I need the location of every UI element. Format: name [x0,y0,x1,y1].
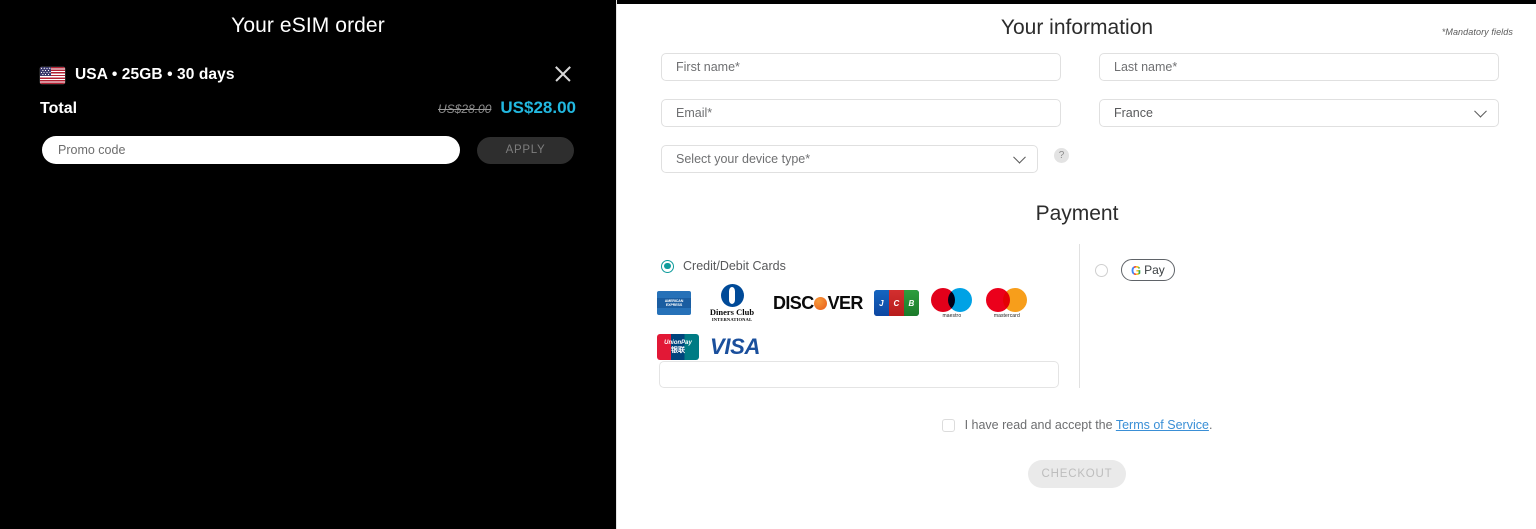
email-input[interactable] [661,99,1061,127]
chevron-down-icon [1474,104,1487,118]
mastercard-icon: mastercard [985,286,1029,320]
order-item-row: USA • 25GB • 30 days [40,66,576,84]
unionpay-icon: UnionPay 银联 [657,330,699,364]
card-number-input[interactable] [659,361,1059,388]
promo-row: APPLY [42,136,574,164]
payment-divider [1079,244,1080,388]
top-strip [617,0,1536,4]
google-g-icon: G [1131,262,1142,278]
jcb-icon: JCB [873,286,919,320]
price-original: US$28.00 [438,102,492,116]
terms-period: . [1208,418,1213,432]
visa-icon: VISA [710,334,761,359]
apply-promo-button[interactable]: APPLY [477,136,574,164]
first-name-input[interactable] [661,53,1061,81]
terms-prefix: I have read and accept the [964,418,1116,432]
terms-checkbox[interactable] [941,418,955,432]
last-name-input[interactable] [1099,53,1499,81]
mandatory-fields-note: *Mandatory fields [1441,27,1513,37]
terms-of-service-link[interactable]: Terms of Service [1116,418,1209,432]
device-type-select[interactable]: Select your device type* [661,145,1038,173]
information-panel: Your information *Mandatory fields Franc… [616,0,1536,529]
information-title: Your information [1000,16,1154,39]
total-label: Total [40,100,78,117]
terms-text: I have read and accept the Terms of Serv… [965,418,1213,432]
credit-debit-option[interactable]: Credit/Debit Cards [661,259,786,273]
diners-club-icon: Diners Club INTERNATIONAL [702,284,762,322]
credit-debit-radio[interactable] [661,259,674,273]
credit-debit-label: Credit/Debit Cards [683,259,786,273]
usa-flag-icon [40,66,65,84]
google-pay-label: Pay [1144,263,1165,277]
device-type-placeholder: Select your device type* [676,152,811,166]
checkout-button[interactable]: CHECKOUT [1028,460,1126,488]
discover-icon: DISC VER [773,292,863,313]
promo-code-input[interactable] [42,136,460,164]
country-select[interactable]: France [1099,99,1499,127]
order-item-label: USA • 25GB • 30 days [75,66,235,83]
chevron-down-icon [1013,150,1026,164]
order-summary-panel: Your eSIM order USA • 25GB • 30 days Tot… [0,0,616,529]
amex-icon: AMERICAN EXPRESS [657,286,691,320]
google-pay-radio[interactable] [1095,263,1108,277]
checkout-screen: Your eSIM order USA • 25GB • 30 days Tot… [0,0,1536,529]
country-select-value: France [1114,106,1153,120]
checkout-wrap: CHECKOUT [617,460,1536,488]
google-pay-button[interactable]: G Pay [1121,259,1175,281]
google-pay-option[interactable]: G Pay [1095,259,1175,281]
payment-title: Payment [1035,202,1119,225]
maestro-icon: maestro [930,286,974,320]
price-current: US$28.00 [500,98,576,117]
help-icon[interactable]: ? [1054,148,1069,163]
card-brand-logos: AMERICAN EXPRESS Diners Club INTERNATION… [657,284,1067,364]
close-icon[interactable] [550,60,576,86]
order-title: Your eSIM order [231,14,385,37]
order-total-row: Total US$28.00 US$28.00 [40,98,576,118]
terms-row: I have read and accept the Terms of Serv… [617,418,1536,432]
